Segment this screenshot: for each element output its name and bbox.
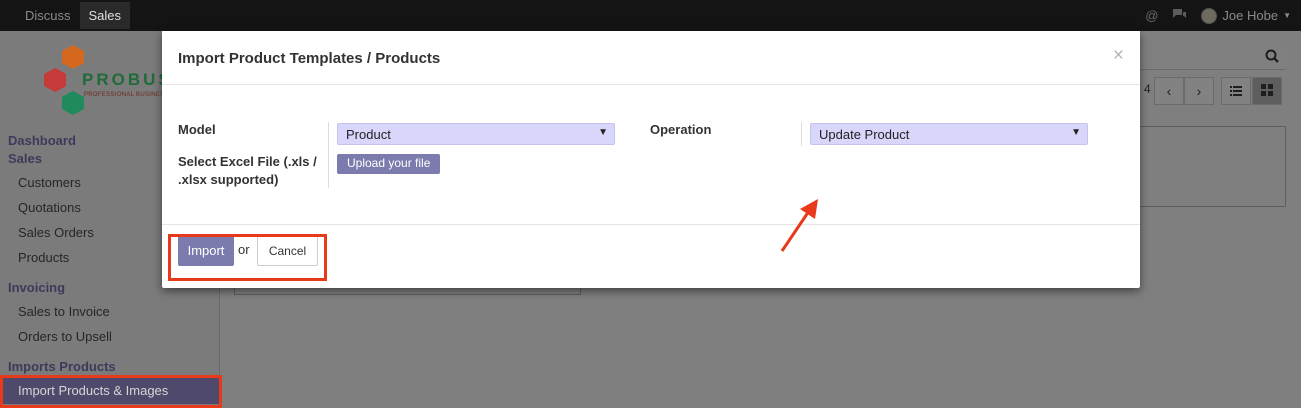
upload-file-button[interactable]: Upload your file	[337, 154, 441, 174]
kanban-view-button[interactable]	[1252, 77, 1282, 105]
logo-word: PROBUS	[82, 70, 173, 89]
model-select[interactable]: Product ▼	[337, 123, 615, 145]
company-logo: PROBUS PROFESSIONAL BUSINES	[42, 43, 182, 119]
search-icon[interactable]	[1265, 49, 1279, 66]
pager-value: 4	[1144, 82, 1151, 96]
logo-tagline: PROFESSIONAL BUSINES	[84, 92, 165, 98]
operation-select[interactable]: Update Product ▼	[810, 123, 1088, 145]
menu-sales[interactable]: Sales	[79, 2, 131, 29]
sidebar-item-quotations[interactable]: Quotations	[18, 200, 81, 215]
operation-select-value: Update Product	[819, 127, 910, 142]
dialog-header: Import Product Templates / Products ×	[162, 31, 1140, 85]
sidebar-section-dashboard[interactable]: Dashboard	[8, 133, 76, 148]
top-navbar: Discuss Sales @ Joe Hobe ▼	[0, 0, 1301, 31]
sidebar-section-imports-products: Imports Products	[8, 359, 116, 374]
avatar	[1201, 7, 1218, 24]
sidebar-section-invoicing: Invoicing	[8, 280, 66, 295]
chevron-right-icon: ›	[1196, 83, 1202, 99]
dialog-body: Model Select Excel File (.xls / .xlsx su…	[162, 85, 1140, 252]
user-menu[interactable]: Joe Hobe ▼	[1201, 7, 1291, 24]
sidebar-item-sales-to-invoice[interactable]: Sales to Invoice	[18, 304, 110, 319]
caret-down-icon: ▼	[1283, 11, 1291, 20]
chat-icon[interactable]	[1172, 8, 1187, 24]
footer-highlight-box	[168, 234, 327, 281]
menu-discuss[interactable]: Discuss	[16, 2, 80, 29]
divider	[801, 122, 802, 146]
file-label: Select Excel File (.xls / .xlsx supporte…	[178, 154, 317, 187]
sidebar-item-products[interactable]: Products	[18, 250, 69, 265]
operation-label: Operation	[650, 122, 712, 137]
sidebar-item-orders-to-upsell[interactable]: Orders to Upsell	[18, 329, 112, 344]
caret-down-icon: ▼	[598, 127, 608, 138]
pager-previous-button[interactable]: ‹	[1154, 77, 1184, 105]
sidebar-item-sales-orders[interactable]: Sales Orders	[18, 225, 94, 240]
at-icon[interactable]: @	[1145, 8, 1158, 23]
sidebar-section-sales[interactable]: Sales	[8, 151, 42, 166]
list-view-button[interactable]	[1221, 77, 1251, 105]
caret-down-icon: ▼	[1071, 127, 1081, 138]
model-label: Model	[178, 122, 216, 137]
sidebar-item-customers[interactable]: Customers	[18, 175, 81, 190]
kanban-card	[1140, 126, 1286, 207]
list-view-icon	[1230, 83, 1242, 99]
chevron-left-icon: ‹	[1166, 83, 1172, 99]
close-icon[interactable]: ×	[1113, 45, 1124, 67]
app-menu: Discuss Sales	[16, 0, 131, 31]
user-name: Joe Hobe	[1222, 8, 1279, 23]
sidebar-highlight-box	[0, 375, 222, 408]
search-bar[interactable]	[1140, 44, 1285, 70]
dialog-title: Import Product Templates / Products	[178, 50, 441, 67]
model-select-value: Product	[346, 127, 391, 142]
divider	[328, 122, 329, 188]
pager-next-button[interactable]: ›	[1184, 77, 1214, 105]
kanban-view-icon	[1261, 83, 1273, 99]
systray: @ Joe Hobe ▼	[1145, 0, 1291, 31]
